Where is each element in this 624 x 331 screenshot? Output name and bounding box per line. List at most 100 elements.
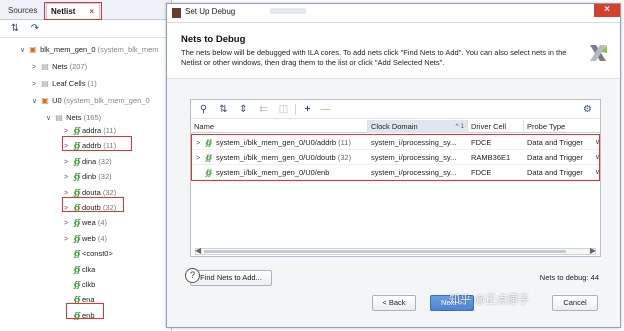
tree-net-item[interactable]: > ∯douta (32) [64, 185, 116, 200]
column-clock-domain[interactable]: Clock Domain ^ 1 [368, 120, 467, 133]
column-clock-domain-label: Clock Domain [371, 122, 418, 131]
tree-net-item[interactable]: ∯ena [72, 292, 94, 307]
scrollbar-thumb[interactable] [204, 250, 566, 253]
tree-net-item[interactable]: > ∯addrb (11) [64, 138, 116, 153]
cell-icon: ▣ [41, 96, 49, 105]
net-icon: ∯ [205, 153, 213, 162]
scroll-left-icon[interactable]: ◀ [195, 246, 201, 255]
tree-net-item[interactable]: ∯clka [72, 262, 95, 277]
close-window-button[interactable]: × [594, 4, 620, 17]
net-icon: ∯ [73, 295, 81, 305]
tree-net-item[interactable]: > ∯doutb (32) [64, 200, 116, 215]
chevron-down-icon[interactable]: ∨ [595, 150, 600, 165]
chevron-down-icon[interactable]: ∨ [46, 111, 54, 126]
tab-sources[interactable]: Sources [4, 3, 41, 20]
tree-net-name: doutb [82, 203, 101, 212]
folder-icon: ▤ [41, 79, 49, 88]
cancel-button[interactable]: Cancel [552, 295, 598, 311]
tree-u0-nets-count: (165) [83, 113, 102, 122]
blurred-title-text [270, 8, 306, 14]
remove-icon[interactable]: — [319, 103, 332, 116]
tree-net-item[interactable]: > ∯wea (4) [64, 215, 107, 230]
chevron-down-icon[interactable]: ∨ [595, 165, 600, 180]
find-nets-button[interactable]: Find Nets to Add... [190, 270, 272, 286]
panel-tabs: Sources Netlist × [0, 0, 171, 20]
chevron-right-icon[interactable]: > [32, 77, 40, 92]
tree-leaf-cells[interactable]: > ▤ Leaf Cells (1) [32, 76, 97, 91]
chevron-right-icon[interactable]: > [196, 135, 205, 150]
collapse-all-icon[interactable]: ⇅ [217, 103, 230, 116]
column-name[interactable]: Name [191, 120, 367, 133]
net-icon: ∯ [205, 138, 213, 147]
chevron-right-icon[interactable]: > [64, 216, 72, 231]
tree-net-name: dinb [82, 172, 97, 182]
next-button[interactable]: Next > [430, 295, 474, 311]
tree-leaf-label: Leaf Cells [52, 79, 86, 88]
expand-icon[interactable]: ↷ [28, 22, 42, 36]
chevron-right-icon[interactable]: > [64, 170, 72, 185]
tree-u0-nets-label: Nets [66, 113, 82, 122]
probe-type-cell[interactable]: Data and Trigger ∨ [524, 135, 600, 150]
scroll-right-icon[interactable]: ▶ [590, 246, 596, 255]
tree-u0-label: U0 [52, 96, 62, 105]
tree-nets-count: (207) [69, 62, 88, 71]
columns-icon[interactable]: ◫ [277, 103, 290, 116]
tree-net-item[interactable]: ∯<const0> [72, 246, 113, 261]
horizontal-scrollbar[interactable]: ◀ ▶ [195, 246, 596, 255]
driver-cell-cell: RAMB36E1 [471, 153, 511, 162]
net-icon: ∯ [73, 249, 81, 259]
chevron-right-icon[interactable]: > [64, 201, 72, 216]
search-icon[interactable]: ⚲ [197, 103, 210, 116]
tab-netlist[interactable]: Netlist × [46, 3, 100, 20]
chevron-right-icon[interactable]: > [64, 232, 72, 247]
tree-net-item[interactable]: > ∯web (4) [64, 231, 107, 246]
tree-root[interactable]: ∨ ▣ blk_mem_gen_0 (system_blk_mem [20, 42, 159, 57]
column-driver-cell[interactable]: Driver Cell [468, 120, 523, 133]
tree-nets[interactable]: > ▤ Nets (207) [32, 59, 87, 74]
table-row[interactable]: > ∯ system_i/blk_mem_gen_0/U0/addrb (11) sy… [191, 135, 600, 150]
net-icon: ∯ [73, 218, 81, 228]
table-row[interactable]: ∯ system_i/blk_mem_gen_0/U0/enb system_i/… [191, 165, 600, 180]
add-icon[interactable]: + [301, 103, 314, 116]
table-row[interactable]: > ∯ system_i/blk_mem_gen_0/U0/doutb (32) sy… [191, 150, 600, 165]
column-probe-type[interactable]: Probe Type [524, 120, 600, 133]
tree-net-count: (32) [102, 187, 117, 197]
cell-icon: ▣ [29, 45, 37, 54]
chevron-down-icon[interactable]: ∨ [20, 43, 28, 58]
chevron-down-icon[interactable]: ∨ [32, 94, 40, 109]
net-icon: ∯ [73, 280, 81, 289]
tree-u0[interactable]: ∨ ▣ U0 (system_blk_mem_gen_0 [32, 93, 150, 108]
group-icon[interactable]: ⇇ [257, 103, 270, 116]
expand-all-icon[interactable]: ⇕ [237, 103, 250, 116]
toolbar-separator [295, 104, 296, 115]
back-button[interactable]: < Back [372, 295, 416, 311]
tree-net-item[interactable]: > ∯dinb (32) [64, 169, 112, 184]
net-icon: ∯ [205, 168, 213, 177]
chevron-right-icon[interactable]: > [64, 139, 72, 154]
tree-net-count: (11) [103, 141, 117, 151]
net-icon: ∯ [73, 126, 81, 135]
tree-net-item[interactable]: ∯enb [72, 308, 94, 323]
chevron-right-icon[interactable]: > [64, 186, 72, 201]
tree-net-item[interactable]: > ∯addra (11) [64, 123, 116, 138]
chevron-right-icon[interactable]: > [196, 150, 205, 165]
chevron-right-icon[interactable]: > [64, 124, 72, 139]
tree-net-item[interactable]: ∯clkb [72, 277, 95, 292]
help-button[interactable]: ? [185, 268, 200, 283]
chevron-down-icon[interactable]: ∨ [595, 135, 600, 150]
dialog-banner: Nets to Debug The nets below will be deb… [167, 23, 620, 79]
net-name-cell: > ∯ system_i/blk_mem_gen_0/U0/addrb (11) [193, 135, 367, 150]
close-icon[interactable]: × [89, 4, 94, 19]
collapse-all-icon[interactable]: ⇅ [8, 22, 22, 36]
probe-type-cell[interactable]: Data and Trigger ∨ [524, 165, 600, 180]
netlist-panel: Sources Netlist × ⇅ ↷ ∨ ▣ blk_mem_gen_0 (… [0, 0, 172, 331]
chevron-right-icon[interactable]: > [64, 155, 72, 170]
net-icon: ∯ [73, 264, 81, 274]
chevron-right-icon[interactable]: > [32, 60, 40, 75]
gear-icon[interactable]: ⚙ [581, 103, 594, 116]
clock-domain-cell: system_i/processing_sy... [371, 138, 457, 147]
tree-net-name: addra [82, 126, 102, 135]
tree-net-item[interactable]: > ∯dina (32) [64, 154, 112, 169]
probe-type-cell[interactable]: Data and Trigger ∨ [524, 150, 600, 165]
tree-nets-label: Nets [52, 62, 68, 71]
